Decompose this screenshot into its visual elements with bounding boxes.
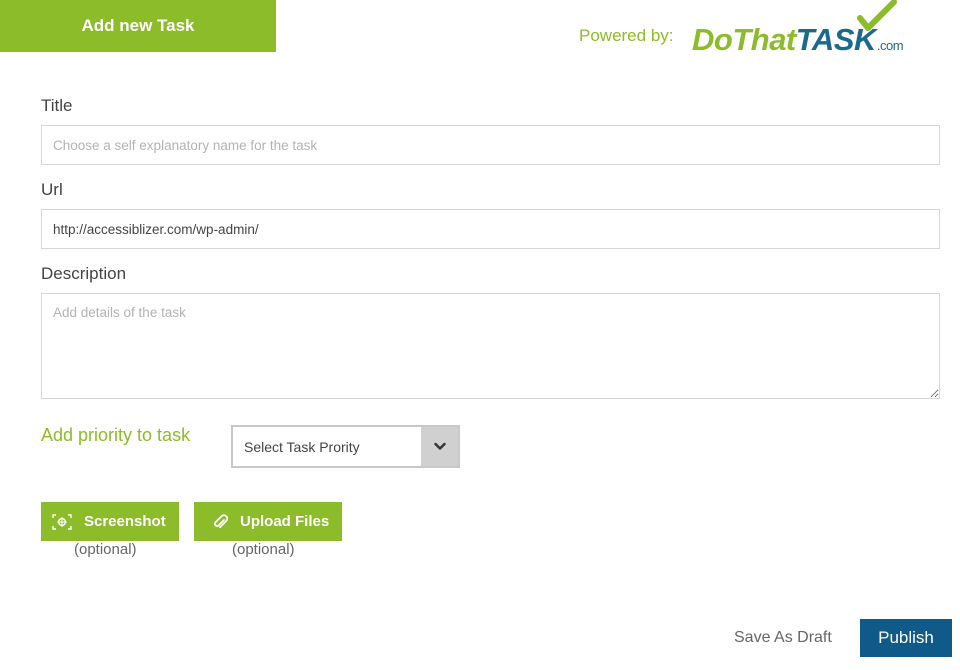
- screenshot-button-label: Screenshot: [84, 513, 166, 530]
- priority-select[interactable]: Select Task Prority: [231, 425, 460, 468]
- checkmark-icon: [857, 0, 897, 31]
- screenshot-icon: [51, 513, 73, 531]
- select-arrow-button[interactable]: [421, 427, 458, 466]
- publish-button-label: Publish: [878, 628, 934, 647]
- url-label: Url: [41, 180, 63, 199]
- url-input[interactable]: [41, 209, 940, 249]
- tab-label: Add new Task: [81, 16, 195, 35]
- add-new-task-tab[interactable]: Add new Task: [0, 0, 276, 52]
- upload-optional-note: (optional): [232, 541, 295, 558]
- save-as-draft-link[interactable]: Save As Draft: [734, 629, 832, 647]
- description-textarea[interactable]: [41, 293, 940, 399]
- description-label: Description: [41, 264, 127, 283]
- paperclip-icon: [212, 513, 228, 531]
- title-label: Title: [41, 96, 73, 115]
- screenshot-optional-note: (optional): [74, 541, 137, 558]
- title-input[interactable]: [41, 125, 940, 165]
- screenshot-button[interactable]: Screenshot: [41, 502, 179, 541]
- dothattask-logo: DoThatTASK.com: [692, 0, 932, 60]
- priority-select-value: Select Task Prority: [244, 438, 360, 455]
- upload-files-button[interactable]: Upload Files: [194, 502, 342, 541]
- priority-label: Add priority to task: [41, 425, 191, 445]
- upload-files-button-label: Upload Files: [240, 513, 330, 530]
- powered-by-label: Powered by:: [579, 26, 674, 45]
- chevron-down-icon: [433, 442, 446, 450]
- logo-do-text: DoThat: [692, 22, 796, 57]
- logo-com-text: .com: [876, 38, 904, 53]
- publish-button[interactable]: Publish: [860, 619, 952, 657]
